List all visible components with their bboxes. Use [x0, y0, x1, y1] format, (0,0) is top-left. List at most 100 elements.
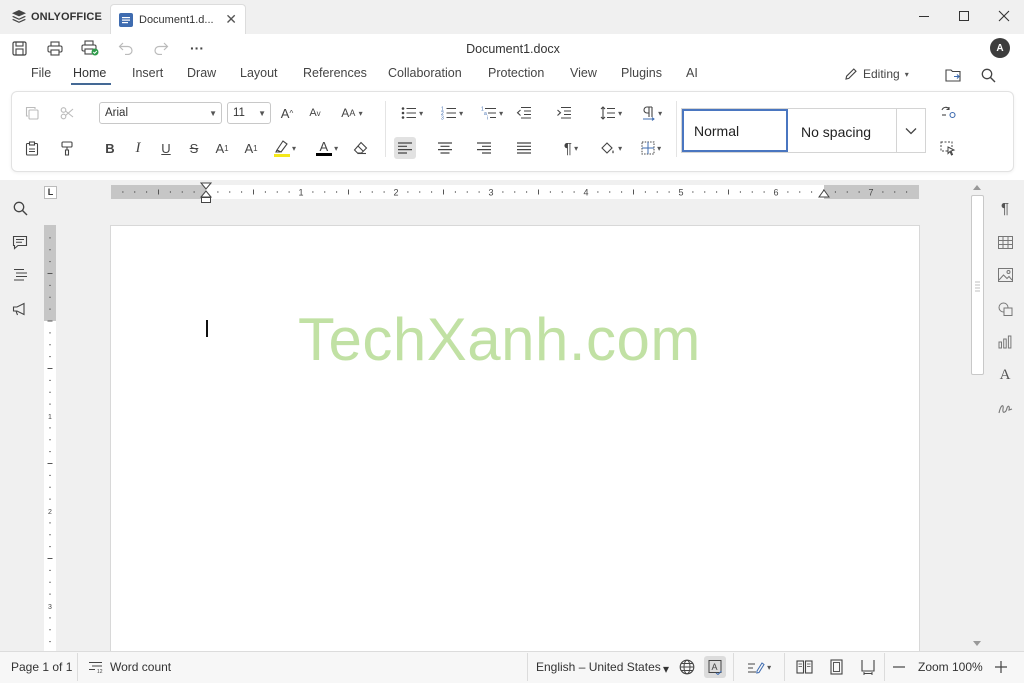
align-center-button[interactable]: [434, 137, 456, 159]
save-icon[interactable]: [8, 38, 30, 58]
style-normal[interactable]: Normal: [682, 109, 788, 152]
align-left-button[interactable]: [394, 137, 416, 159]
close-window-button[interactable]: [991, 6, 1017, 26]
chart-settings-icon[interactable]: [994, 331, 1016, 353]
quick-print-icon[interactable]: [79, 38, 101, 58]
paragraph-settings-icon[interactable]: ¶: [994, 197, 1016, 219]
italic-button[interactable]: I: [127, 137, 149, 159]
avatar[interactable]: A: [990, 38, 1010, 58]
feedback-icon[interactable]: [9, 298, 31, 320]
font-size-combo[interactable]: 11 ▼: [227, 102, 271, 124]
font-name-combo[interactable]: Arial ▼: [99, 102, 222, 124]
multilevel-list-button[interactable]: 1ai ▾: [474, 102, 510, 124]
print-icon[interactable]: [44, 38, 66, 58]
document-tab[interactable]: Document1.d... ✕: [110, 4, 246, 34]
shape-settings-icon[interactable]: [994, 298, 1016, 320]
subscript-icon[interactable]: A1: [240, 137, 262, 159]
copy-icon[interactable]: [21, 102, 43, 124]
language-selector[interactable]: English – United States: [536, 660, 661, 674]
scrollbar-thumb[interactable]: [971, 195, 984, 375]
tab-plugins[interactable]: Plugins: [621, 66, 662, 80]
tab-references[interactable]: References: [303, 66, 367, 80]
underline-button[interactable]: U: [155, 137, 177, 159]
chevron-down-icon: ▾: [904, 69, 909, 79]
tab-ai[interactable]: AI: [686, 66, 698, 80]
change-case-icon[interactable]: AA ▾: [334, 102, 370, 124]
spell-check-icon[interactable]: A: [704, 656, 726, 678]
tab-file[interactable]: File: [31, 66, 51, 80]
search-icon[interactable]: [977, 64, 999, 86]
decrease-indent-icon[interactable]: [513, 102, 535, 124]
zoom-in-icon[interactable]: [990, 656, 1012, 678]
style-no-spacing[interactable]: No spacing: [801, 124, 871, 140]
tab-view[interactable]: View: [570, 66, 597, 80]
bullets-button[interactable]: ▾: [394, 102, 430, 124]
paragraph-direction-button[interactable]: ▾: [633, 102, 669, 124]
replace-icon[interactable]: [937, 102, 959, 124]
superscript-icon[interactable]: A1: [211, 137, 233, 159]
shading-button[interactable]: ▾: [593, 137, 629, 159]
maximize-button[interactable]: [951, 6, 977, 26]
redo-icon[interactable]: [150, 38, 172, 58]
comments-icon[interactable]: [9, 231, 31, 253]
navigation-icon[interactable]: [9, 264, 31, 286]
strikethrough-button[interactable]: S: [183, 137, 205, 159]
cut-icon[interactable]: [56, 102, 78, 124]
signature-settings-icon[interactable]: [994, 398, 1016, 420]
brand-name: ONLYOFFICE: [31, 10, 102, 23]
editing-label: Editing: [863, 67, 900, 81]
highlight-color-button[interactable]: ▾: [266, 137, 302, 159]
editing-mode-button[interactable]: Editing ▾: [844, 67, 909, 81]
increase-indent-icon[interactable]: [553, 102, 575, 124]
tab-layout[interactable]: Layout: [240, 66, 278, 80]
close-tab-icon[interactable]: ✕: [225, 11, 237, 28]
minimize-button[interactable]: [911, 6, 937, 26]
first-line-indent-marker[interactable]: [200, 182, 212, 204]
search-panel-icon[interactable]: [9, 197, 31, 219]
undo-icon[interactable]: [115, 38, 137, 58]
word-count-button[interactable]: Word count: [110, 660, 171, 674]
text-art-settings-icon[interactable]: A: [994, 364, 1016, 386]
bold-button[interactable]: B: [99, 137, 121, 159]
open-file-location-icon[interactable]: [942, 64, 964, 86]
tab-stop-selector[interactable]: L: [44, 186, 57, 199]
paste-icon[interactable]: [21, 137, 43, 159]
tab-protection[interactable]: Protection: [488, 66, 544, 80]
clear-formatting-icon[interactable]: [349, 137, 371, 159]
page-counter[interactable]: Page 1 of 1: [11, 660, 72, 674]
chevron-down-icon: ▾: [331, 143, 339, 153]
font-color-button[interactable]: A ▾: [309, 137, 345, 159]
track-changes-button[interactable]: ▾: [741, 656, 777, 678]
globe-icon[interactable]: [676, 656, 698, 678]
zoom-level[interactable]: Zoom 100%: [918, 660, 983, 674]
format-painter-icon[interactable]: [56, 137, 78, 159]
fit-to-width-icon[interactable]: [857, 656, 879, 678]
styles-expand-button[interactable]: [896, 109, 925, 152]
tab-collaboration[interactable]: Collaboration: [388, 66, 462, 80]
increase-font-size-icon[interactable]: A ^: [276, 102, 298, 124]
right-indent-marker[interactable]: [818, 189, 830, 199]
zoom-out-icon[interactable]: [888, 656, 910, 678]
more-icon[interactable]: ···: [186, 38, 208, 58]
borders-button[interactable]: ▾: [633, 137, 669, 159]
multi-page-view-icon[interactable]: [793, 656, 815, 678]
scroll-up-icon[interactable]: [971, 183, 983, 192]
fit-to-page-icon[interactable]: [825, 656, 847, 678]
tab-draw[interactable]: Draw: [187, 66, 216, 80]
brand: ONLYOFFICE: [12, 10, 102, 23]
select-icon[interactable]: [937, 137, 959, 159]
image-settings-icon[interactable]: [994, 264, 1016, 286]
scroll-down-icon[interactable]: [971, 639, 983, 648]
table-settings-icon[interactable]: [994, 231, 1016, 253]
line-spacing-button[interactable]: ▾: [593, 102, 629, 124]
document-page[interactable]: [110, 225, 920, 655]
numbering-button[interactable]: 123 ▾: [434, 102, 470, 124]
svg-text:3: 3: [441, 116, 444, 121]
tab-home[interactable]: Home: [73, 66, 106, 80]
decrease-font-size-icon[interactable]: Av: [304, 102, 326, 124]
justify-button[interactable]: [513, 137, 535, 159]
nonprinting-characters-button[interactable]: ¶ ▾: [553, 137, 589, 159]
status-separator: [784, 653, 785, 681]
align-right-button[interactable]: [473, 137, 495, 159]
tab-insert[interactable]: Insert: [132, 66, 163, 80]
